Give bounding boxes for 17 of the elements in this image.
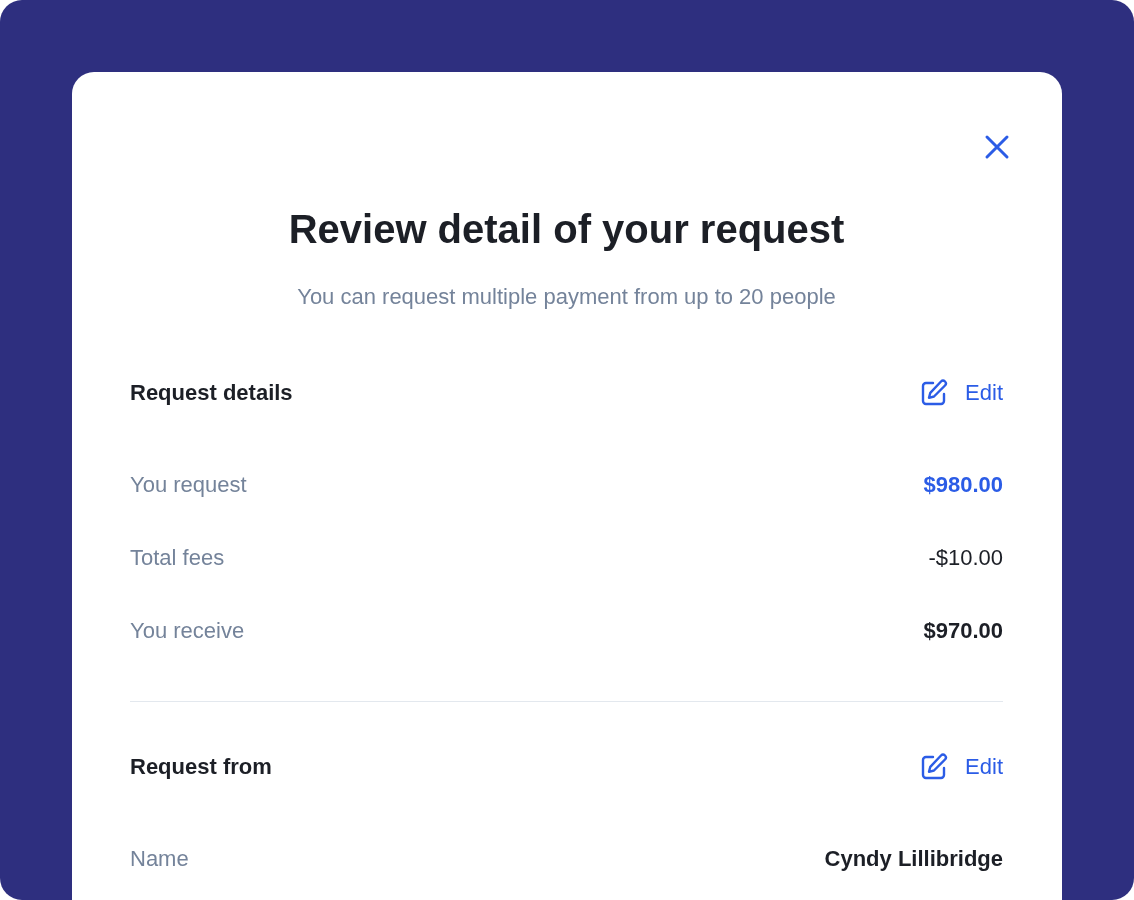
row-value: $970.00 bbox=[923, 617, 1003, 645]
row-label: You request bbox=[130, 471, 247, 499]
row-value: Cyndy Lillibridge bbox=[824, 845, 1003, 873]
section-heading: Request from bbox=[130, 753, 272, 781]
row-label: Name bbox=[130, 845, 189, 873]
section-heading: Request details bbox=[130, 379, 293, 407]
close-button[interactable] bbox=[983, 133, 1011, 161]
row-label: Total fees bbox=[130, 544, 225, 572]
dialog-title: Review detail of your request bbox=[287, 206, 846, 253]
dialog-subtitle: You can request multiple payment from up to 20 people bbox=[296, 283, 837, 311]
edit-link[interactable]: Edit bbox=[919, 752, 1003, 782]
edit-icon bbox=[919, 752, 950, 782]
row-label: You receive bbox=[130, 617, 245, 645]
edit-link[interactable]: Edit bbox=[919, 378, 1003, 408]
row-value: -$10.00 bbox=[928, 544, 1003, 572]
row-value: $980.00 bbox=[923, 471, 1003, 499]
edit-icon bbox=[919, 378, 950, 408]
